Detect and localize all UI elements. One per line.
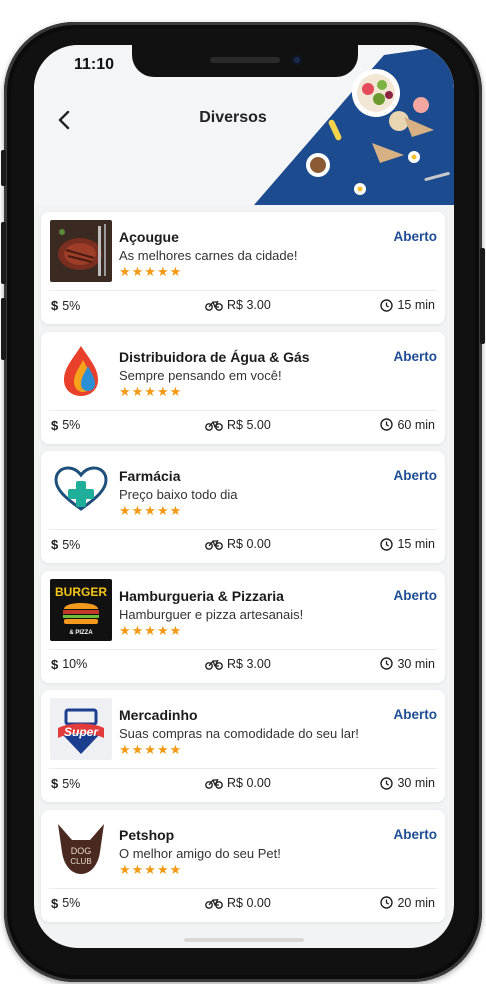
status-badge: Aberto [393,468,438,483]
bicycle-icon [205,539,223,550]
store-description: Sempre pensando em você! [119,367,282,383]
pizza-logo-text: & PIZZA [69,630,93,636]
super-logo-text: Super [64,725,99,739]
burger-logo-text: BURGER [55,585,107,599]
bicycle-icon [205,420,223,431]
store-description: Suas compras na comodidade do seu lar! [119,726,359,741]
store-list: Açougue As melhores carnes da cidade! ★★… [41,212,445,929]
delivery-time: 20 min [380,896,435,910]
store-card-petshop[interactable]: DOG CLUB Petshop O melhor amigo do seu P… [41,809,445,922]
status-badge: Aberto [393,707,438,722]
fee-percent: $ 5% [51,895,81,911]
delivery-time: 30 min [380,657,435,671]
store-description: Hamburguer e pizza artesanais! [119,606,304,622]
store-description: As melhores carnes da cidade! [119,248,298,263]
store-thumb-pharmacy [50,459,112,521]
clock-icon [380,298,394,312]
fee-percent: $ 5% [51,298,81,313]
divider [49,290,437,291]
home-indicator[interactable] [184,938,304,942]
fee-percent: $ 5% [51,776,81,791]
delivery-time: 30 min [380,776,435,790]
dollar-icon: $ [51,298,59,313]
page-title: Diversos [199,109,267,126]
dollar-icon: $ [51,656,59,672]
delivery-fee: R$ 3.00 [205,657,271,671]
clock-icon [380,537,394,551]
clock-icon [380,657,394,670]
dog-logo-text-2: CLUB [70,857,91,866]
status-badge: Aberto [393,229,438,244]
store-thumb-meat [50,220,112,282]
dollar-icon: $ [51,776,59,791]
status-badge: Aberto [393,826,438,842]
power-button [480,248,485,344]
store-thumb-super: Super [50,698,112,760]
fee-percent: $ 5% [51,417,81,433]
volume-down-button [1,298,6,360]
mute-switch [1,150,6,186]
dollar-icon: $ [51,417,59,433]
divider [49,409,437,411]
store-name: Distribuidora de Água & Gás [119,348,310,365]
rating-stars: ★★★★★ [119,383,183,399]
rating-stars: ★★★★★ [119,503,183,518]
bicycle-icon [205,659,223,670]
dog-logo-text-1: DOG [71,846,92,856]
bicycle-icon [205,898,223,909]
rating-stars: ★★★★★ [119,264,183,279]
delivery-time: 60 min [380,418,435,432]
store-card-distribuidora[interactable]: Distribuidora de Água & Gás Sempre pensa… [41,331,445,444]
divider [49,648,437,650]
volume-up-button [1,222,6,284]
delivery-fee: R$ 0.00 [205,537,271,551]
clock-icon [380,896,394,909]
clock-icon [380,776,394,790]
store-name: Petshop [119,826,175,843]
store-card-hamburgueria[interactable]: BURGER & PIZZA Hamburgueria & Pizzaria H… [41,570,445,683]
store-name: Mercadinho [119,707,198,723]
store-thumb-burger: BURGER & PIZZA [50,578,112,641]
store-name: Farmácia [119,468,181,484]
divider [49,529,437,530]
rating-stars: ★★★★★ [119,622,183,638]
store-card-farmacia[interactable]: Farmácia Preço baixo todo dia ★★★★★ Aber… [41,451,445,563]
store-card-mercadinho[interactable]: Super Mercadinho Suas compras na comodid… [41,690,445,802]
delivery-time: 15 min [380,537,435,551]
delivery-time: 15 min [380,298,435,312]
front-camera [292,55,302,65]
status-badge: Aberto [393,348,438,364]
divider [49,768,437,769]
status-badge: Aberto [393,587,438,603]
delivery-fee: R$ 5.00 [205,418,271,432]
rating-stars: ★★★★★ [119,742,183,757]
delivery-fee: R$ 0.00 [205,776,271,790]
phone-notch [132,45,358,77]
bicycle-icon [205,778,223,789]
store-description: Preço baixo todo dia [119,487,238,502]
dollar-icon: $ [51,537,59,552]
store-thumb-fire-water [50,339,112,402]
bicycle-icon [205,300,223,311]
fee-percent: $ 5% [51,537,81,552]
dollar-icon: $ [51,895,59,911]
divider [49,887,437,889]
store-name: Hamburgueria & Pizzaria [119,587,284,604]
fee-percent: $ 10% [51,656,88,672]
store-description: O melhor amigo do seu Pet! [119,845,281,861]
status-time: 11:10 [74,56,115,73]
speaker-grille [210,57,280,63]
clock-icon [380,418,394,431]
delivery-fee: R$ 3.00 [205,298,271,312]
delivery-fee: R$ 0.00 [205,896,271,910]
app-screen: 11:10 Diversos Açougue As melhores carne… [34,45,454,948]
rating-stars: ★★★★★ [119,861,183,877]
store-card-acougue[interactable]: Açougue As melhores carnes da cidade! ★★… [41,212,445,324]
store-name: Açougue [119,229,179,245]
store-thumb-dog: DOG CLUB [50,817,112,880]
